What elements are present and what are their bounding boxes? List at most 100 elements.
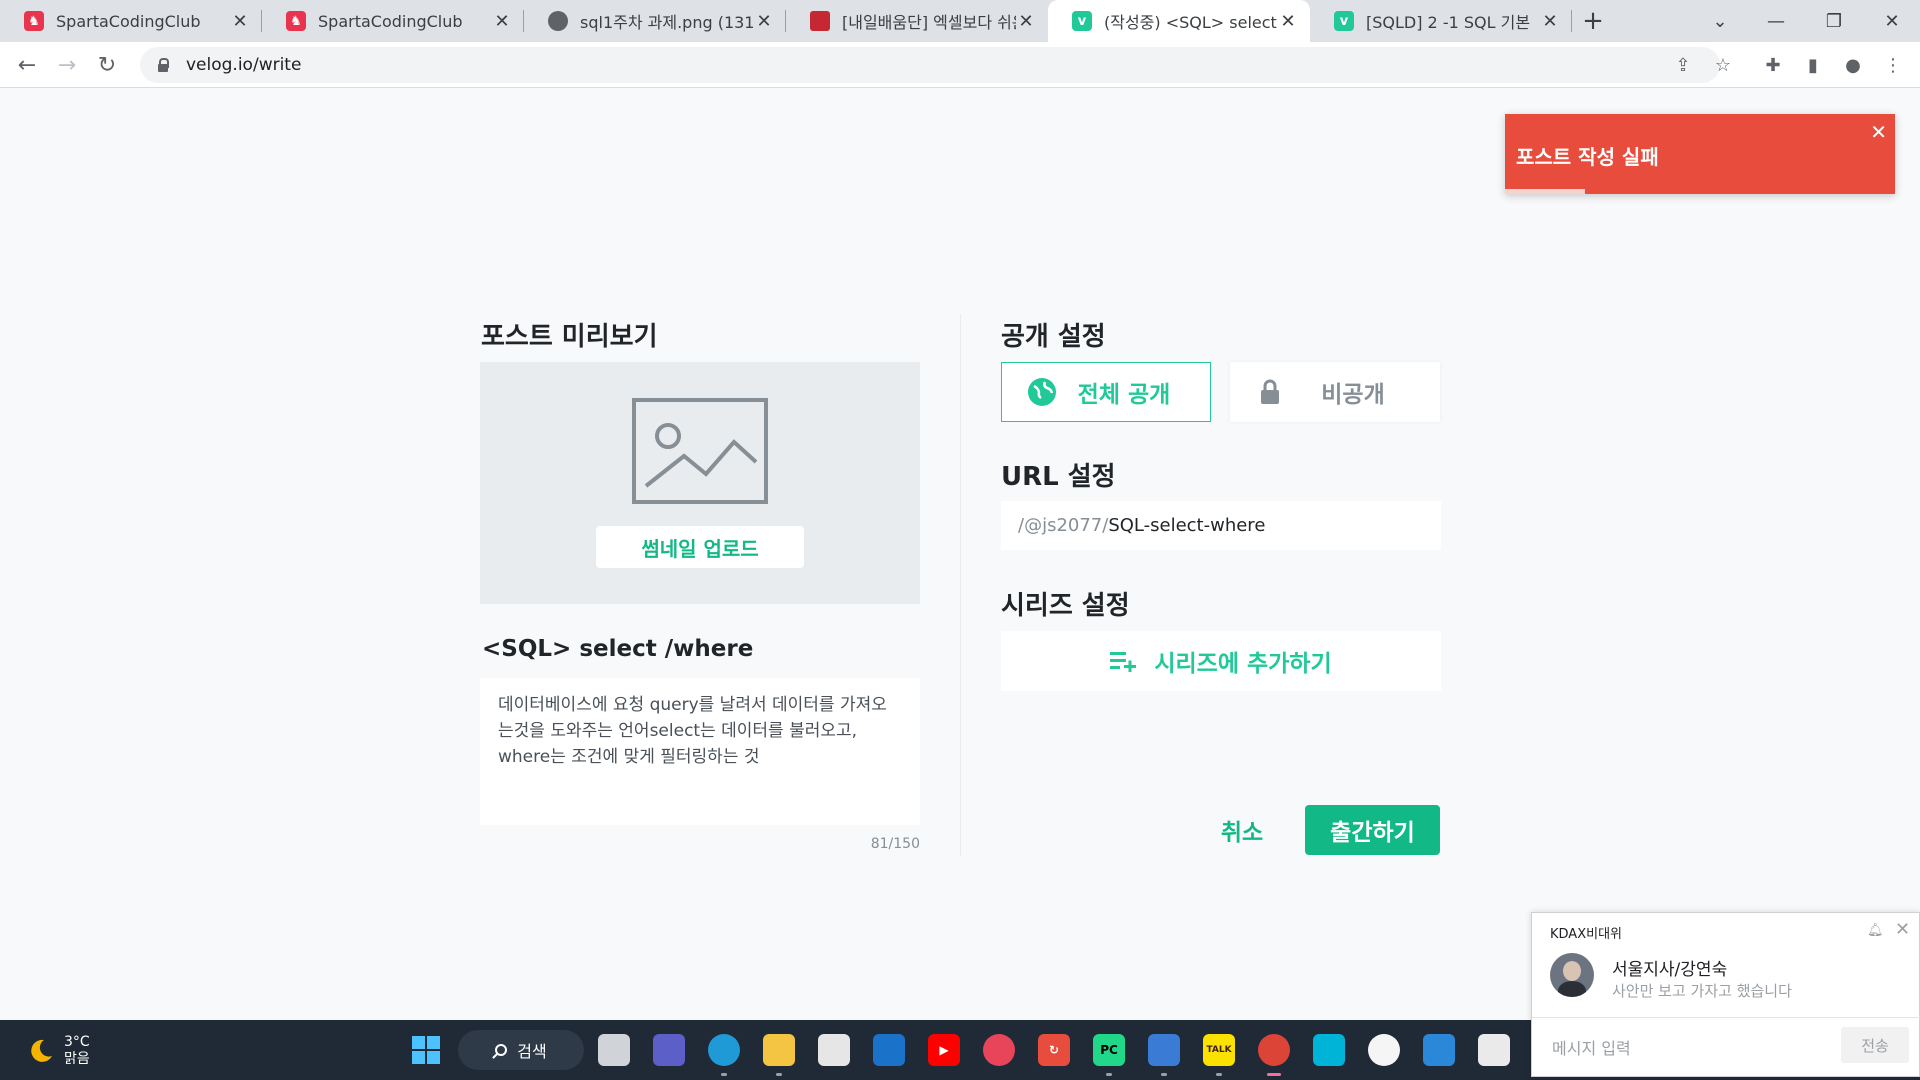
address-bar[interactable]: velog.io/write xyxy=(140,47,1720,83)
tab-title: [SQLD] 2 -1 SQL 기본 xyxy=(1366,13,1531,32)
chat-sender: 서울지사/강연숙 xyxy=(1612,960,1728,980)
browser-tab[interactable]: v [SQLD] 2 -1 SQL 기본 ✕ xyxy=(1310,0,1572,42)
private-button[interactable]: 비공개 xyxy=(1230,362,1440,422)
send-button[interactable]: 전송 xyxy=(1841,1027,1909,1063)
search-icon xyxy=(495,1044,508,1056)
avatar xyxy=(1550,953,1594,997)
browser-tab[interactable]: ♞ SpartaCodingClub ✕ xyxy=(262,0,524,42)
tab-close-icon[interactable]: ✕ xyxy=(1540,11,1560,32)
app-icon[interactable] xyxy=(1313,1034,1345,1066)
pycharm-icon[interactable]: PC xyxy=(1093,1034,1125,1076)
book-icon xyxy=(810,11,830,31)
chat-notification[interactable]: KDAX비대위 🔔︎ ✕ 서울지사/강연숙 사안만 보고 가자고 했습니다 메시… xyxy=(1531,912,1920,1077)
tab-close-icon[interactable]: ✕ xyxy=(492,11,512,32)
bookmark-star-icon[interactable]: ☆ xyxy=(1710,52,1736,78)
add-to-series-button[interactable]: 시리즈에 추가하기 xyxy=(1001,631,1441,691)
add-to-series-label: 시리즈에 추가하기 xyxy=(1154,651,1332,677)
browser-tab[interactable]: ♞ SpartaCodingClub ✕ xyxy=(0,0,262,42)
url-prefix: /@js2077/ xyxy=(1018,515,1109,536)
share-icon[interactable]: ⇪ xyxy=(1670,52,1696,78)
url-heading: URL 설정 xyxy=(1001,462,1116,492)
series-heading: 시리즈 설정 xyxy=(1001,591,1130,621)
url-text[interactable]: velog.io/write xyxy=(186,55,301,75)
sparta-icon: ♞ xyxy=(286,11,306,31)
tab-title: SpartaCodingClub xyxy=(56,11,201,31)
url-slug[interactable]: SQL-select-where xyxy=(1108,515,1265,536)
edge-icon[interactable] xyxy=(708,1034,740,1076)
snipping-icon[interactable] xyxy=(1478,1034,1510,1066)
minimize-icon[interactable]: — xyxy=(1748,0,1804,42)
image-placeholder-icon xyxy=(632,398,768,504)
tab-strip: ♞ SpartaCodingClub ✕ ♞ SpartaCodingClub … xyxy=(0,0,1920,42)
browser-tab[interactable]: [내일배움단] 엑셀보다 쉬운 ✕ xyxy=(786,0,1048,42)
weather-condition: 맑음 xyxy=(64,1051,90,1067)
new-tab-button[interactable]: + xyxy=(1572,0,1614,42)
publish-button[interactable]: 출간하기 xyxy=(1305,805,1440,855)
close-icon[interactable]: ✕ xyxy=(1870,120,1887,144)
reload-icon[interactable]: ↻ xyxy=(92,50,122,80)
tab-close-icon[interactable]: ✕ xyxy=(1278,11,1298,32)
close-icon[interactable]: ✕ xyxy=(1895,919,1910,940)
globe-icon xyxy=(548,11,568,31)
search-button[interactable]: 검색 xyxy=(458,1030,584,1070)
pycharm-label: PC xyxy=(1100,1043,1118,1057)
tab-title: (작성중) <SQL> select /wh xyxy=(1104,13,1278,32)
cancel-button[interactable]: 취소 xyxy=(1206,805,1278,855)
tab-title: SpartaCodingClub xyxy=(318,11,463,31)
task-view-icon[interactable] xyxy=(598,1034,630,1066)
velog-icon: v xyxy=(1072,11,1092,31)
chrome-icon[interactable] xyxy=(1258,1034,1290,1076)
game-icon[interactable] xyxy=(983,1034,1015,1066)
messenger-icon[interactable] xyxy=(1368,1034,1400,1066)
sparta-icon: ♞ xyxy=(24,11,44,31)
moon-icon xyxy=(31,1039,52,1062)
extensions-icon[interactable]: ✚ xyxy=(1760,52,1786,78)
sync-icon[interactable]: ↻ xyxy=(1038,1034,1070,1066)
public-button[interactable]: 전체 공개 xyxy=(1001,362,1211,422)
post-title: <SQL> select /where xyxy=(482,636,754,662)
profile-icon[interactable]: ● xyxy=(1840,52,1866,78)
divider xyxy=(1532,1017,1920,1018)
forward-icon[interactable]: → xyxy=(52,50,82,80)
lock-icon[interactable] xyxy=(156,58,170,72)
public-label: 전체 공개 xyxy=(1077,382,1171,408)
mail-icon[interactable] xyxy=(873,1034,905,1066)
velog-icon: v xyxy=(1334,11,1354,31)
browser-tab[interactable]: sql1주차 과제.png (1315×7 ✕ xyxy=(524,0,786,42)
message-input[interactable]: 메시지 입력 xyxy=(1552,1035,1631,1059)
toast-progress-bar xyxy=(1505,189,1585,194)
browser-toolbar: ← → ↻ velog.io/write ⇪ ☆ ✚ ▮ ● ⋮ xyxy=(0,42,1920,88)
browser-tab-active[interactable]: v (작성중) <SQL> select /wh ✕ xyxy=(1048,0,1310,42)
thumbnail-upload-button[interactable]: 썸네일 업로드 xyxy=(596,526,804,568)
weather-widget[interactable]: 3°C 맑음 xyxy=(26,1034,90,1068)
side-panel-icon[interactable]: ▮ xyxy=(1800,52,1826,78)
chat-organization: KDAX비대위 xyxy=(1550,927,1622,942)
playlist-add-icon xyxy=(1110,650,1138,673)
notepad-icon[interactable] xyxy=(1148,1034,1180,1076)
character-counter: 81/150 xyxy=(870,836,920,852)
back-icon[interactable]: ← xyxy=(12,50,42,80)
paint-icon[interactable] xyxy=(1423,1034,1455,1066)
teams-icon[interactable] xyxy=(653,1034,685,1066)
url-input[interactable]: /@js2077/ SQL-select-where xyxy=(1001,501,1441,550)
bell-icon[interactable]: 🔔︎ xyxy=(1867,923,1884,938)
window-close-icon[interactable]: ✕ xyxy=(1864,0,1920,42)
store-icon[interactable] xyxy=(818,1034,850,1066)
description-textarea[interactable]: 데이터베이스에 요청 query를 날려서 데이터를 가져오는것을 도와주는 언… xyxy=(480,678,920,825)
youtube-icon[interactable]: ▶ xyxy=(928,1034,960,1066)
visibility-heading: 공개 설정 xyxy=(1001,322,1106,352)
menu-icon[interactable]: ⋮ xyxy=(1880,52,1906,78)
chat-preview: 사안만 보고 가자고 했습니다 xyxy=(1612,982,1792,1000)
thumbnail-area: 썸네일 업로드 xyxy=(480,362,920,604)
restore-icon[interactable]: ❐ xyxy=(1806,0,1862,42)
file-explorer-icon[interactable] xyxy=(763,1034,795,1076)
tab-close-icon[interactable]: ✕ xyxy=(754,11,774,32)
lock-icon xyxy=(1250,372,1290,412)
tab-close-icon[interactable]: ✕ xyxy=(1016,11,1036,32)
tab-close-icon[interactable]: ✕ xyxy=(230,11,250,32)
kakaotalk-icon[interactable]: TALK xyxy=(1203,1034,1235,1076)
private-label: 비공개 xyxy=(1321,382,1385,408)
search-label: 검색 xyxy=(517,1042,547,1061)
tab-search-icon[interactable]: ⌄ xyxy=(1692,0,1748,42)
start-icon[interactable] xyxy=(412,1036,440,1064)
